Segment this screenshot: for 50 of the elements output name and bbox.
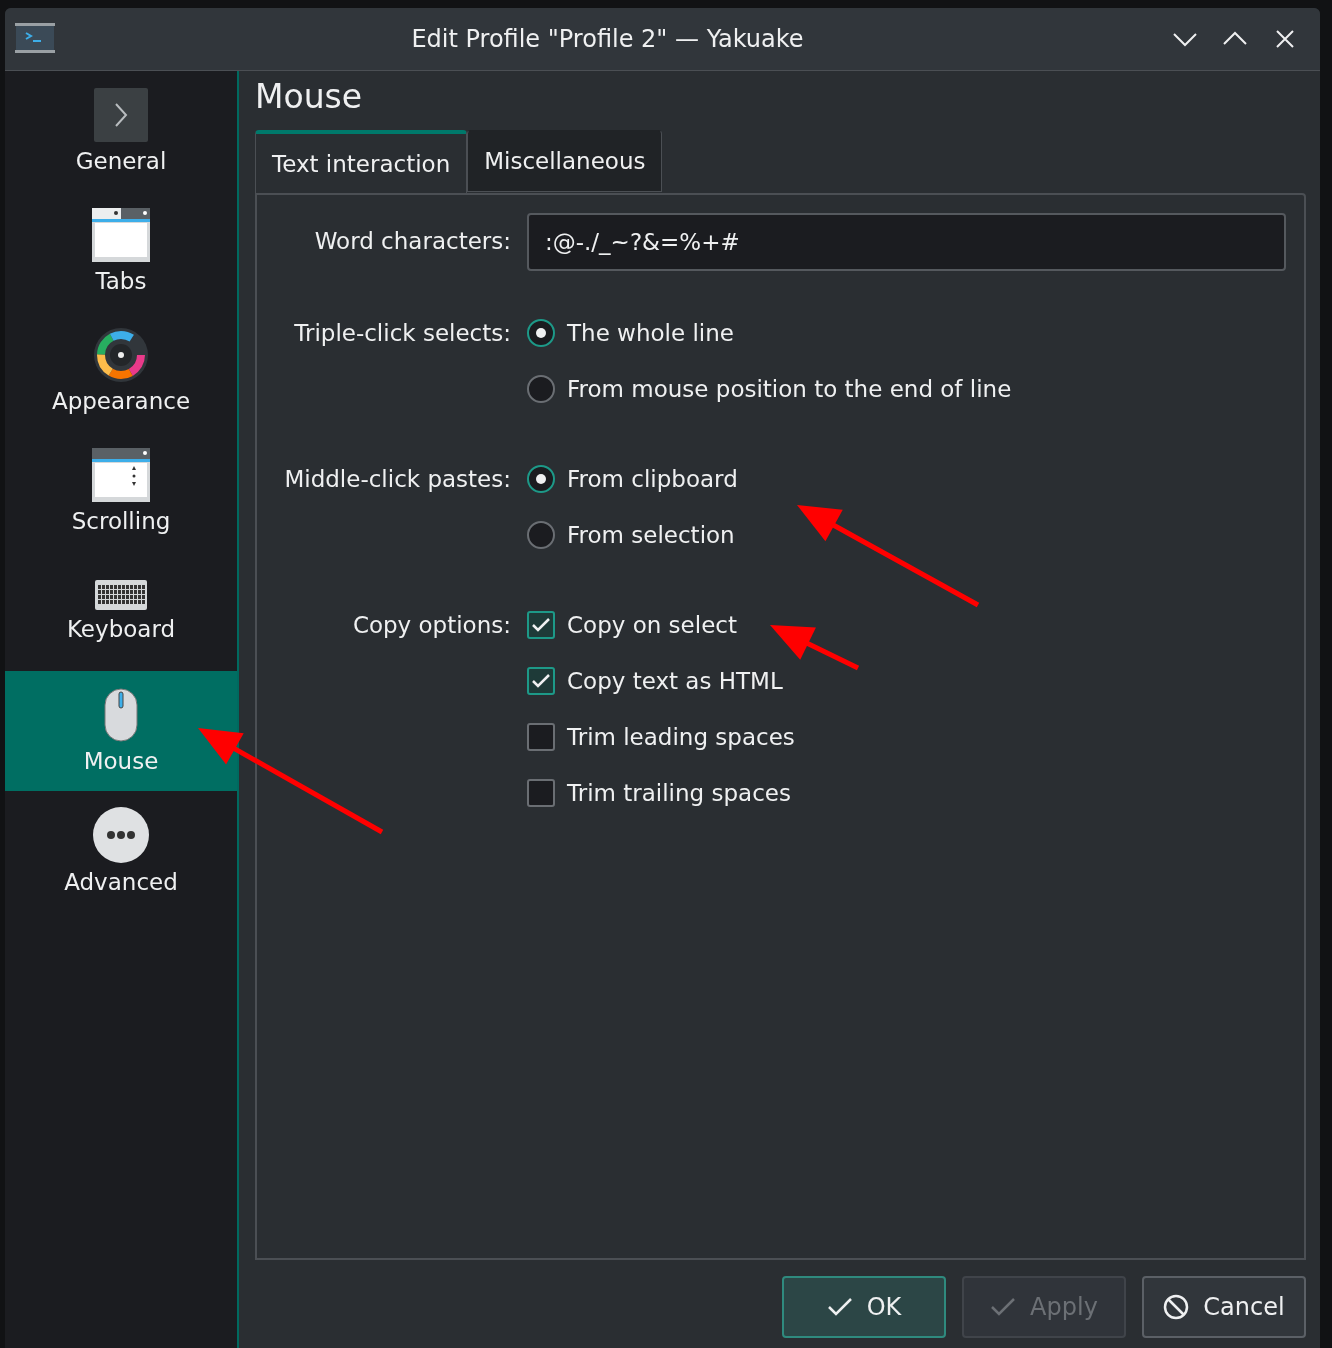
- sidebar-item[interactable]: Advanced: [5, 791, 237, 911]
- option-label: Trim leading spaces: [567, 724, 795, 750]
- field-label: Word characters:: [314, 227, 511, 256]
- checkmark-icon: [532, 674, 550, 688]
- more-options-icon: [93, 807, 149, 863]
- radio-button[interactable]: [527, 521, 555, 549]
- radio-button[interactable]: [527, 375, 555, 403]
- checkbox[interactable]: [527, 611, 555, 639]
- option-label: The whole line: [567, 320, 734, 346]
- terminal-app-icon: [15, 23, 55, 55]
- checkmark-icon: [826, 1297, 853, 1317]
- chevron-down-icon: [1172, 31, 1198, 47]
- chevron-up-icon: [1222, 31, 1248, 47]
- option-label: Copy text as HTML: [567, 668, 783, 694]
- color-wheel-icon: [94, 328, 148, 382]
- window-title: Edit Profile "Profile 2" — Yakuake: [410, 25, 805, 53]
- checkbox[interactable]: [527, 723, 555, 751]
- keyboard-icon: [95, 580, 147, 610]
- sidebar-item[interactable]: General: [5, 71, 237, 191]
- sidebar-item[interactable]: Mouse: [5, 671, 237, 791]
- option-label: From mouse position to the end of line: [567, 376, 1012, 402]
- checkmark-icon: [532, 618, 550, 632]
- field-label: Middle-click pastes:: [284, 465, 511, 494]
- option-label: Copy on select: [567, 612, 737, 638]
- input-field[interactable]: :@-./_~?&=%+#: [527, 213, 1286, 271]
- cancel-icon: [1163, 1294, 1190, 1320]
- tab[interactable]: Text interaction: [255, 130, 468, 194]
- mouse-icon: [104, 688, 138, 742]
- option-label: From clipboard: [567, 466, 738, 492]
- sidebar-item[interactable]: Scrolling: [5, 431, 237, 551]
- checkbox[interactable]: [527, 667, 555, 695]
- option-label: From selection: [567, 522, 735, 548]
- sidebar-item[interactable]: Tabs: [5, 191, 237, 311]
- field-label: Copy options:: [352, 611, 511, 640]
- checkbox[interactable]: [527, 779, 555, 807]
- page-title: Mouse: [255, 76, 363, 118]
- cancel-button[interactable]: Cancel: [1142, 1276, 1306, 1338]
- sidebar-item[interactable]: Keyboard: [5, 551, 237, 671]
- sidebar-item[interactable]: Appearance: [5, 311, 237, 431]
- radio-button[interactable]: [527, 319, 555, 347]
- radio-button[interactable]: [527, 465, 555, 493]
- close-icon: [1275, 29, 1295, 49]
- scroll-window-icon: [92, 448, 150, 502]
- window-icon: [92, 208, 150, 262]
- tab[interactable]: Miscellaneous: [467, 130, 663, 192]
- ok-button[interactable]: OK: [782, 1276, 946, 1338]
- option-label: Trim trailing spaces: [567, 780, 791, 806]
- checkmark-icon: [990, 1297, 1017, 1317]
- terminal-prompt-icon: [94, 88, 148, 142]
- field-label: Triple-click selects:: [294, 319, 511, 348]
